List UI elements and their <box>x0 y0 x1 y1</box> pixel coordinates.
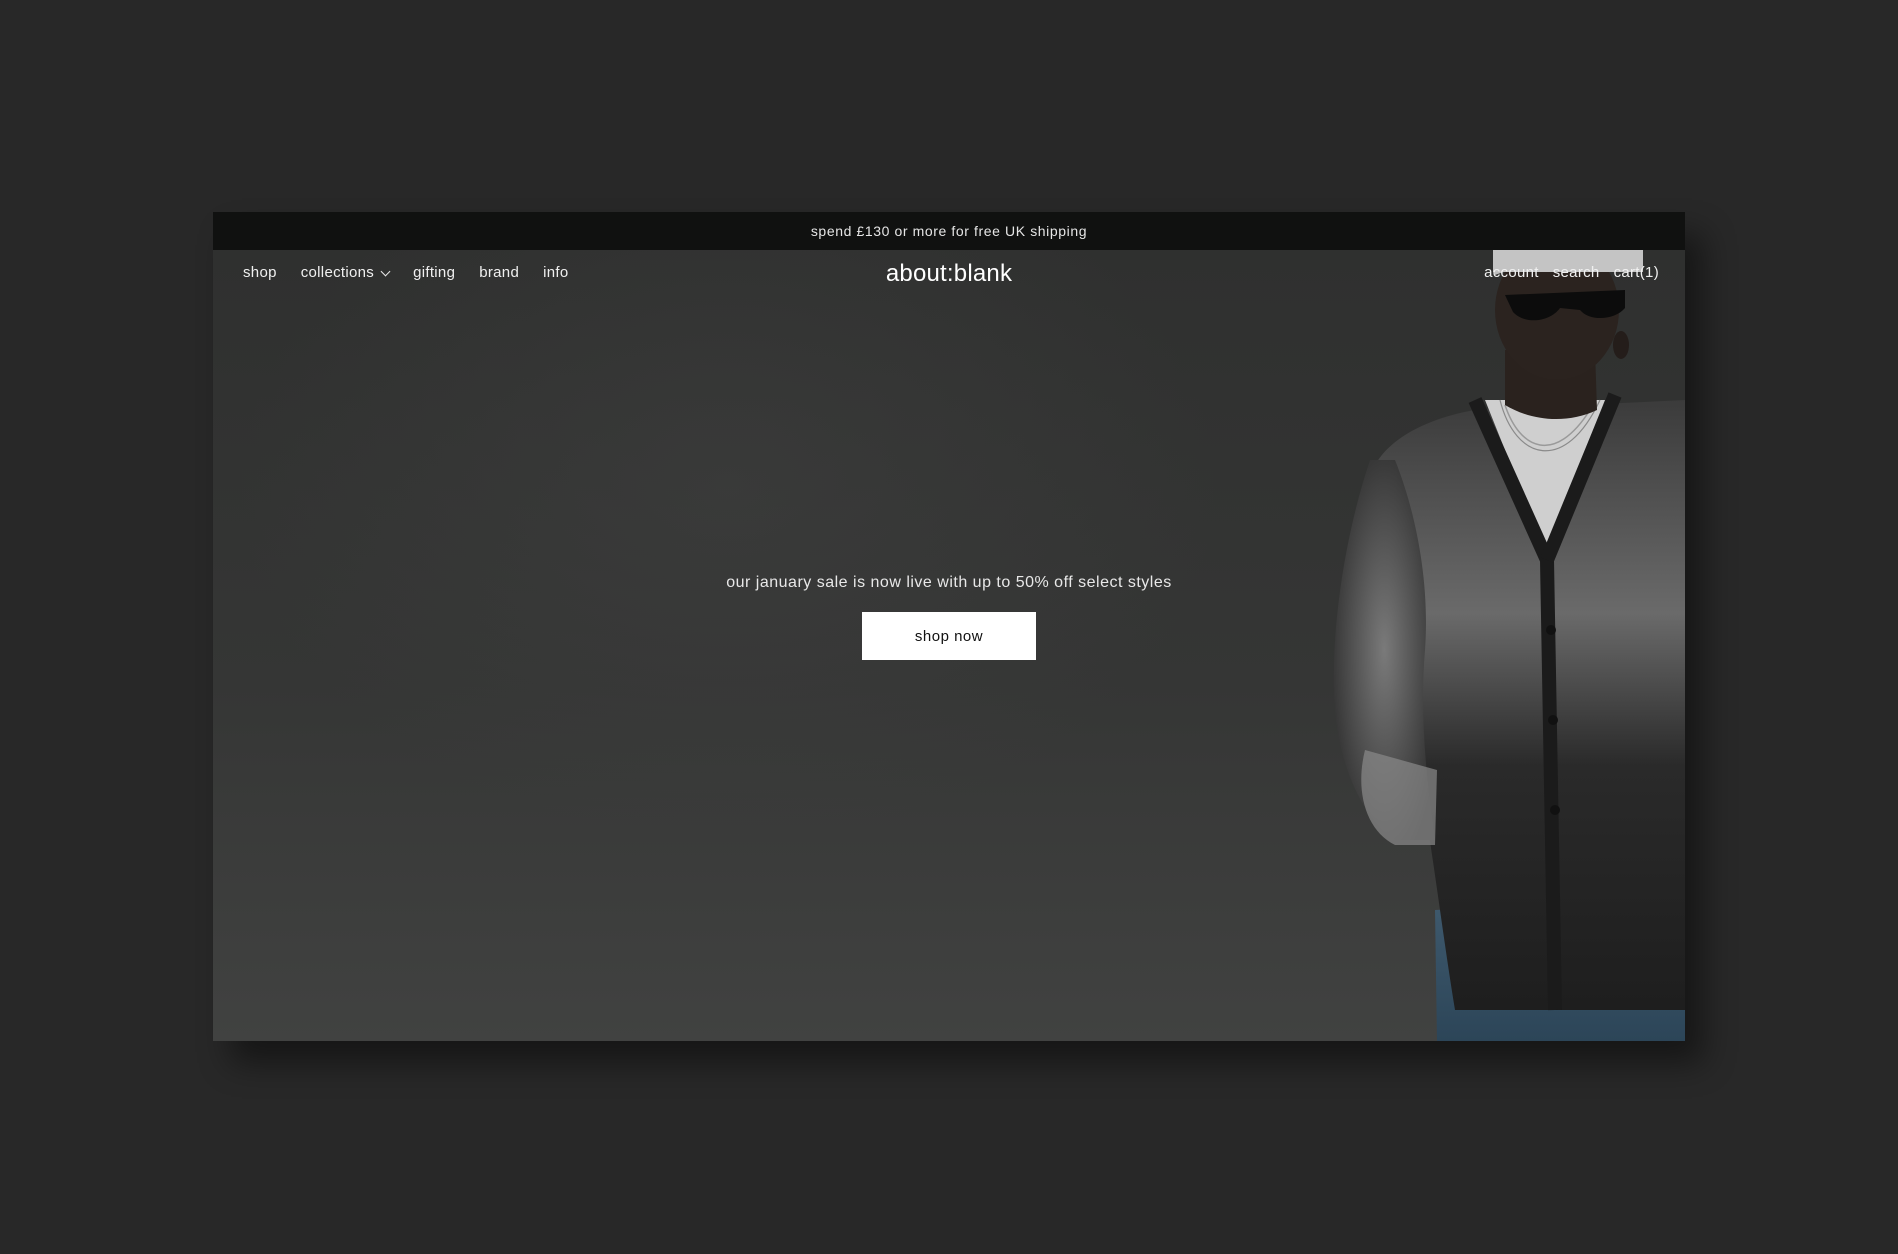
hero-headline: our january sale is now live with up to … <box>726 574 1172 591</box>
hero-content: our january sale is now live with up to … <box>213 574 1685 660</box>
announcement-text: spend £130 or more for free UK shipping <box>810 223 1088 239</box>
hero-section: shop collections gifting brand info abou… <box>213 250 1685 1041</box>
nav-right: account search cart(1) <box>1470 264 1659 281</box>
main-nav: shop collections gifting brand info abou… <box>213 250 1685 298</box>
nav-cart[interactable]: cart(1) <box>1614 264 1659 281</box>
nav-search[interactable]: search <box>1553 264 1600 281</box>
browser-viewport: spend £130 or more for free UK shipping <box>213 212 1685 1041</box>
shop-now-button[interactable]: shop now <box>862 612 1036 660</box>
nav-account[interactable]: account <box>1484 264 1539 281</box>
site-logo[interactable]: about:blank <box>213 260 1685 288</box>
announcement-bar: spend £130 or more for free UK shipping <box>213 212 1685 250</box>
